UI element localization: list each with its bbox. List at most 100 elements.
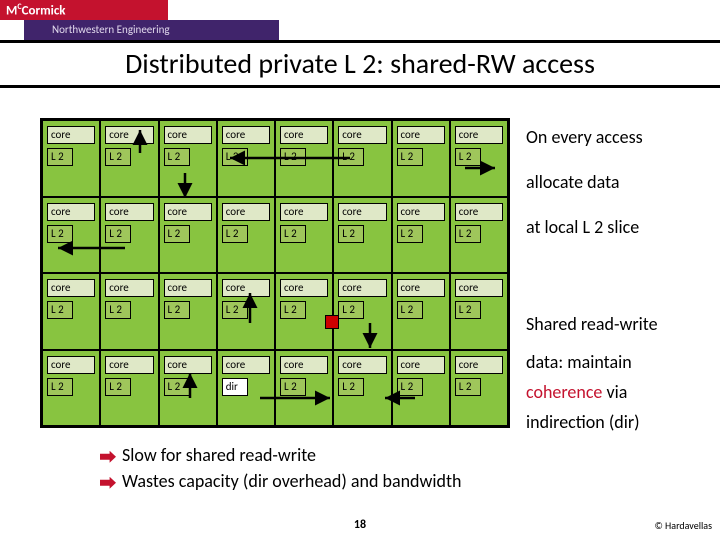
core-box: core [222,356,270,374]
grid-cell: coreL 2 [450,273,508,350]
l2-box: L 2 [164,148,190,166]
l2-box: L 2 [280,301,306,319]
l2-box: L 2 [47,148,73,166]
caption-line-5: data: maintain [526,350,632,374]
grid-cell: core L 2 [275,120,333,197]
core-box: core [164,203,212,221]
slide-title-bar: Distributed private L 2: shared-RW acces… [0,40,720,88]
dir-box: dir [222,378,248,396]
core-box: core [47,126,95,144]
l2-box: L 2 [455,378,481,396]
grid-cell: coreL 2 [392,350,450,427]
l2-box: L 2 [47,301,73,319]
grid-cell: core L 2 [42,350,100,427]
core-box: core [164,279,212,297]
core-box: core [338,279,386,297]
core-box: core [164,126,212,144]
logo-rest: Cormick [22,3,66,18]
l2-box: L 2 [222,225,248,243]
grid-cell: coreL 2 [100,120,158,197]
core-box: core [105,126,153,144]
l2-box: L 2 [47,378,73,396]
grid-cell: core L 2 [42,273,100,350]
l2-box: L 2 [105,378,131,396]
l2-box: L 2 [164,301,190,319]
core-box: core [222,203,270,221]
core-box: core [338,356,386,374]
l2-box: L 2 [280,225,306,243]
grid-cell: core L 2 [159,197,217,274]
bullets: Slow for shared read-write Wastes capaci… [100,442,690,494]
slide-title: Distributed private L 2: shared-RW acces… [0,43,720,85]
grid-cell: core L 2 [42,120,100,197]
grid-cell: coreL 2 [392,197,450,274]
caption-line-1: On every access [526,125,643,149]
l2-box: L 2 [397,148,423,166]
via-word: via [602,381,627,403]
page-number: 18 [354,518,366,532]
l2-box: L 2 [222,301,248,319]
core-box: core [338,203,386,221]
l2-box: L 2 [338,148,364,166]
l2-box: L 2 [222,148,248,166]
l2-box: L 2 [164,225,190,243]
grid-cell: coreL 2 [333,120,391,197]
grid-cell: coreL 2 [450,350,508,427]
core-box: core [105,356,153,374]
core-box: core [397,279,445,297]
red-marker [325,315,339,329]
grid-cell: core L 2 [275,350,333,427]
l2-box: L 2 [397,378,423,396]
grid-cell: core L 2 [100,273,158,350]
l2-box: L 2 [338,225,364,243]
caption-line-3: at local L 2 slice [526,215,639,239]
caption-line-4: Shared read-write [526,312,658,336]
core-box: core [47,203,95,221]
l2-box: L 2 [338,301,364,319]
grid-cell: core dir [217,350,275,427]
core-box: core [105,279,153,297]
grid-cell: core L 2 [100,197,158,274]
core-box: core [455,279,503,297]
grid-cell: core L 2 [217,197,275,274]
core-box: core [397,203,445,221]
grid-cell: core L 2 [42,197,100,274]
grid-cell: core L 2 [159,350,217,427]
arrow-icon [100,477,116,489]
bullet-1: Slow for shared read-write [100,442,690,468]
grid-cell: coreL 2 [450,197,508,274]
coherence-word: coherence [526,381,602,403]
core-box: core [164,356,212,374]
grid-cell: coreL 2 [217,273,275,350]
northwestern-subbrand: Northwestern Engineering [24,20,279,40]
l2-box: L 2 [280,148,306,166]
core-box: core [280,203,328,221]
grid-cell: coreL 2 [333,350,391,427]
grid-cell: coreL 2 [217,120,275,197]
core-grid: core L 2 core L 2 core L 2 core L 2 core L 2 core L… [40,118,510,428]
l2-box: L 2 [47,225,73,243]
l2-box: L 2 [105,225,131,243]
core-box: core [280,356,328,374]
l2-box: L 2 [280,378,306,396]
l2-box: L 2 [105,301,131,319]
core-box: core [280,279,328,297]
caption-line-7: indirection (dir) [526,410,640,434]
grid-cell: core L 2 [333,197,391,274]
caption-line-2: allocate data [526,170,620,194]
grid-cell: core L 2 [275,197,333,274]
mccormick-logo: MCCormick [0,0,168,20]
core-box: core [105,203,153,221]
core-box: core [47,279,95,297]
l2-box: L 2 [164,378,190,396]
core-box: core [280,126,328,144]
grid-cell: core L 2 [333,273,391,350]
core-box: core [397,126,445,144]
l2-box: L 2 [455,225,481,243]
bullet-2: Wastes capacity (dir overhead) and bandw… [100,468,690,494]
grid-cell: coreL 2 [392,273,450,350]
grid-cell: core L 2 [159,120,217,197]
core-box: core [47,356,95,374]
grid-cell: core L 2 [159,273,217,350]
arrow-icon [100,451,116,463]
